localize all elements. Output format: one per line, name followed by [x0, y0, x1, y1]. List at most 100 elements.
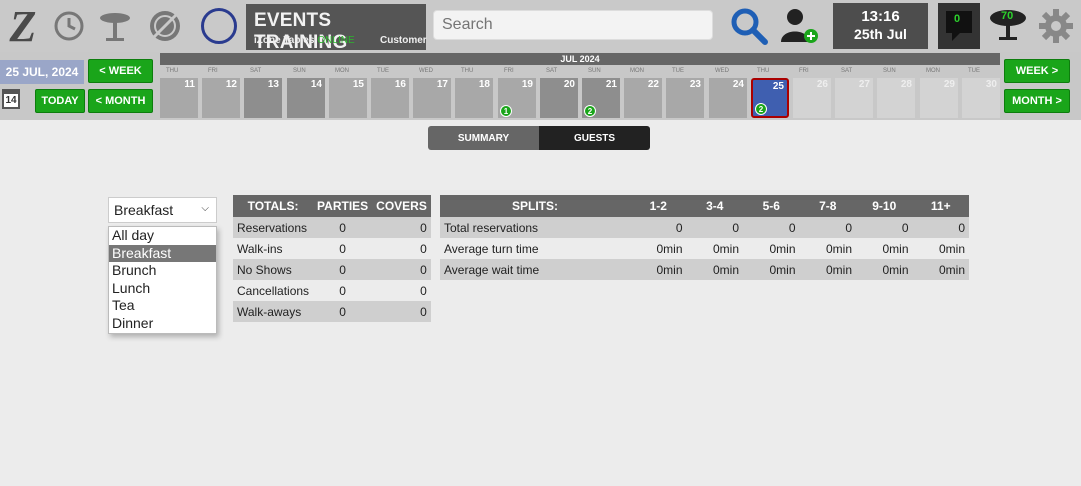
- row-parties: 0: [313, 238, 373, 259]
- circle-status-icon[interactable]: [196, 0, 242, 52]
- calendar-day-15[interactable]: 15: [329, 78, 367, 118]
- row-parties: 0: [313, 217, 373, 238]
- tables-count: 70: [1001, 10, 1014, 22]
- calendar-day-12[interactable]: 12: [202, 78, 240, 118]
- calendar-day-19[interactable]: 19 1: [498, 78, 536, 118]
- day-name-label: MON: [630, 68, 644, 74]
- row-label: Cancellations: [233, 280, 314, 301]
- calendar-day-17[interactable]: 17: [413, 78, 451, 118]
- tab-summary[interactable]: SUMMARY: [428, 126, 539, 150]
- customer-label[interactable]: Customer: [380, 35, 427, 46]
- app-name: iZone Tables: [254, 35, 315, 46]
- row-label: No Shows: [233, 259, 314, 280]
- splits-table: SPLITS: 1-2 3-4 5-6 7-8 9-10 11+ Total r…: [440, 195, 969, 280]
- calendar-icon[interactable]: 14: [2, 89, 20, 109]
- calendar-day-16[interactable]: 16: [371, 78, 409, 118]
- clock-display: 13:16 25th Jul: [833, 3, 928, 49]
- calendar-day-13[interactable]: 13: [244, 78, 282, 118]
- day-name-label: SAT: [841, 68, 853, 74]
- calendar-day-21[interactable]: 21 2: [582, 78, 620, 118]
- gear-icon[interactable]: [1033, 0, 1079, 52]
- day-name-label: TUE: [672, 68, 684, 74]
- calendar-day-18[interactable]: 18: [455, 78, 493, 118]
- row-label: Total reservations: [440, 217, 630, 238]
- meal-option-all-day[interactable]: All day: [109, 227, 216, 245]
- day-name-label: FRI: [504, 68, 514, 74]
- meal-option-tea[interactable]: Tea: [109, 297, 216, 315]
- cell-11-plus: 0min: [912, 259, 969, 280]
- splits-header-1-2: 1-2: [630, 195, 687, 217]
- calendar-day-25[interactable]: 25 2: [751, 78, 789, 118]
- day-name-label: SUN: [883, 68, 896, 74]
- day-name-label: SAT: [250, 68, 262, 74]
- prev-week-button[interactable]: < WEEK: [88, 59, 153, 83]
- plate-icon[interactable]: [143, 0, 187, 52]
- splits-header-5-6: 5-6: [743, 195, 800, 217]
- cell-7-8: 0: [799, 217, 856, 238]
- meal-option-dinner[interactable]: Dinner: [109, 315, 216, 333]
- row-covers: 0: [372, 238, 431, 259]
- cell-11-plus: 0: [912, 217, 969, 238]
- table-icon[interactable]: [93, 0, 137, 52]
- splits-header-row: SPLITS: 1-2 3-4 5-6 7-8 9-10 11+: [440, 195, 969, 217]
- day-number: 28: [900, 79, 912, 90]
- current-date: 25th Jul: [854, 26, 907, 42]
- meal-period-select[interactable]: Breakfast ⌵: [108, 197, 217, 223]
- meal-selected-value: Breakfast: [114, 202, 174, 218]
- messages-count: 0: [954, 13, 961, 25]
- cell-9-10: 0min: [856, 238, 913, 259]
- row-label: Average turn time: [440, 238, 630, 259]
- calendar-day-23[interactable]: 23: [666, 78, 704, 118]
- cell-5-6: 0min: [743, 238, 800, 259]
- current-date-label[interactable]: 25 JUL, 2024: [0, 60, 84, 84]
- meal-option-brunch[interactable]: Brunch: [109, 262, 216, 280]
- cell-3-4: 0min: [686, 238, 743, 259]
- search-icon[interactable]: [727, 0, 771, 52]
- day-number: 29: [943, 79, 955, 90]
- cell-1-2: 0min: [630, 238, 687, 259]
- next-month-button[interactable]: MONTH >: [1004, 89, 1070, 113]
- meal-option-breakfast[interactable]: Breakfast: [109, 244, 216, 262]
- splits-header-label: SPLITS:: [440, 195, 630, 217]
- chevron-down-icon: ⌵: [201, 203, 209, 214]
- totals-header-covers: COVERS: [372, 195, 431, 217]
- totals-header-row: TOTALS: PARTIES COVERS: [233, 195, 431, 217]
- row-covers: 0: [372, 301, 431, 322]
- search-input[interactable]: [433, 10, 713, 40]
- row-label: Walk-aways: [233, 301, 314, 322]
- table-row: Average wait time 0min 0min 0min 0min 0m…: [440, 259, 969, 280]
- add-guest-icon[interactable]: [775, 0, 825, 52]
- calendar-day-24[interactable]: 24: [709, 78, 747, 118]
- calendar-day-22[interactable]: 22: [624, 78, 662, 118]
- day-number: 22: [647, 79, 659, 90]
- calendar-day-14[interactable]: 14: [287, 78, 325, 118]
- cell-1-2: 0: [630, 217, 687, 238]
- calendar-day-29[interactable]: 29: [920, 78, 958, 118]
- meal-option-lunch[interactable]: Lunch: [109, 280, 216, 298]
- prev-month-button[interactable]: < MONTH: [88, 89, 153, 113]
- cell-5-6: 0min: [743, 259, 800, 280]
- tab-guests[interactable]: GUESTS: [539, 126, 650, 150]
- calendar-day-20[interactable]: 20: [540, 78, 578, 118]
- calendar-day-27[interactable]: 27: [835, 78, 873, 118]
- day-name-label: SUN: [588, 68, 601, 74]
- calendar-day-26[interactable]: 26: [793, 78, 831, 118]
- table-row: Walk-ins 0 0: [233, 238, 431, 259]
- day-name-label: FRI: [208, 68, 218, 74]
- next-week-button[interactable]: WEEK >: [1004, 59, 1070, 83]
- calendar-day-30[interactable]: 30: [962, 78, 1000, 118]
- booking-count-badge: 1: [500, 105, 512, 117]
- table-row: Reservations 0 0: [233, 217, 431, 238]
- messages-button[interactable]: 0: [938, 3, 980, 49]
- table-row: Total reservations 0 0 0 0 0 0: [440, 217, 969, 238]
- izone-logo-icon[interactable]: Z: [0, 0, 46, 52]
- day-number: 11: [184, 79, 195, 90]
- calendar-day-11[interactable]: 11: [160, 78, 198, 118]
- splits-header-7-8: 7-8: [799, 195, 856, 217]
- today-button[interactable]: TODAY: [35, 89, 85, 113]
- calendar-day-28[interactable]: 28: [877, 78, 915, 118]
- day-number: 19: [521, 79, 533, 90]
- clock-icon[interactable]: [47, 0, 91, 52]
- day-number: 20: [563, 79, 575, 90]
- tables-count-icon[interactable]: 70: [985, 0, 1031, 52]
